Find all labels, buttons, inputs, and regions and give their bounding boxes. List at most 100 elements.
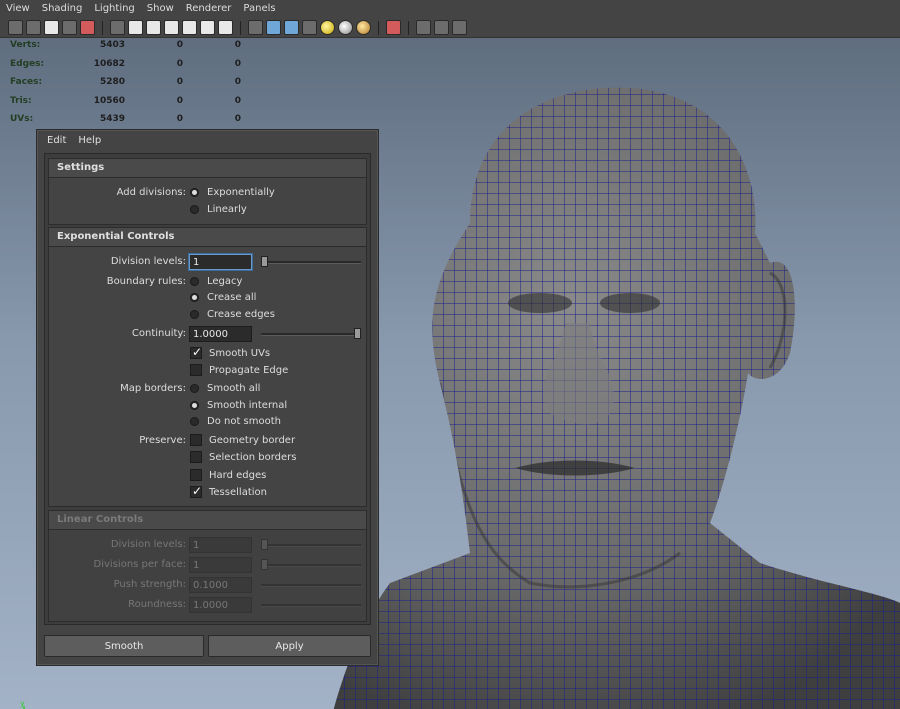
menu-view[interactable]: View (0, 0, 36, 18)
slider-handle[interactable] (354, 328, 361, 339)
slider-handle[interactable] (261, 539, 268, 550)
menu-lighting[interactable]: Lighting (88, 0, 140, 18)
safe-title-icon[interactable] (218, 20, 233, 35)
push-strength-slider[interactable] (261, 584, 361, 587)
crease-edges-label[interactable]: Crease edges (207, 309, 275, 320)
geometry-border-label[interactable]: Geometry border (209, 435, 295, 446)
linearly-radio[interactable] (190, 205, 199, 214)
continuity-slider[interactable] (261, 328, 361, 339)
exponentially-radio[interactable] (190, 188, 199, 197)
hard-edges-label[interactable]: Hard edges (209, 470, 266, 481)
menu-renderer[interactable]: Renderer (180, 0, 238, 18)
image-plane-icon[interactable] (44, 20, 59, 35)
menu-help[interactable]: Help (72, 135, 107, 146)
settings-header[interactable]: Settings (49, 159, 366, 178)
resolution-gate-icon[interactable] (146, 20, 161, 35)
exponentially-label[interactable]: Exponentially (207, 187, 275, 198)
bookmark-icon[interactable] (62, 20, 77, 35)
menu-edit[interactable]: Edit (41, 135, 72, 146)
crease-all-label[interactable]: Crease all (207, 292, 256, 303)
high-quality-icon[interactable] (356, 20, 371, 35)
roundness-slider[interactable] (261, 604, 361, 607)
apply-button[interactable]: Apply (208, 635, 371, 657)
linear-division-levels-row: Division levels: 1 (49, 537, 366, 553)
linear-controls-header[interactable]: Linear Controls (49, 511, 366, 530)
film-gate-icon[interactable] (128, 20, 143, 35)
legacy-label[interactable]: Legacy (207, 276, 242, 287)
push-strength-field[interactable]: 0.1000 (189, 577, 252, 593)
hud-row-edges: Edges: 10682 0 0 (10, 55, 241, 74)
linear-division-levels-slider[interactable] (261, 539, 361, 550)
camera-lock-icon[interactable] (80, 20, 95, 35)
linearly-label[interactable]: Linearly (207, 204, 247, 215)
propagate-edge-checkbox[interactable] (190, 364, 202, 376)
xray-joints-icon[interactable] (434, 20, 449, 35)
isolate-select-icon[interactable] (386, 20, 401, 35)
hud-label: Faces: (10, 77, 43, 88)
continuity-field[interactable]: 1.0000 (189, 326, 252, 342)
hud-value: 10560 (93, 95, 125, 106)
hud-value-3: 0 (234, 114, 241, 125)
hud-value: 5280 (99, 77, 125, 88)
slider-handle[interactable] (261, 559, 268, 570)
wireframe-icon[interactable] (248, 20, 263, 35)
tessellation-label[interactable]: Tessellation (209, 487, 267, 498)
roundness-field[interactable]: 1.0000 (189, 597, 252, 613)
divisions-per-face-field[interactable]: 1 (189, 557, 252, 573)
geometry-border-checkbox[interactable] (190, 434, 202, 446)
linear-division-levels-label: Division levels: (110, 539, 186, 550)
smooth-shade-icon[interactable] (266, 20, 281, 35)
linearly-row: Linearly (49, 202, 366, 218)
crease-edges-row: Crease edges (49, 307, 366, 323)
crease-edges-radio[interactable] (190, 310, 199, 319)
smooth-all-label[interactable]: Smooth all (207, 383, 260, 394)
tessellation-checkbox[interactable] (190, 484, 202, 498)
menu-panels[interactable]: Panels (237, 0, 281, 18)
toolbar-separator (408, 20, 409, 35)
division-levels-slider[interactable] (261, 256, 361, 267)
smooth-uvs-row: Smooth UVs (49, 345, 366, 362)
preserve-label: Preserve: (139, 435, 186, 446)
smooth-all-radio[interactable] (190, 384, 199, 393)
grid-icon[interactable] (110, 20, 125, 35)
division-levels-field[interactable]: 1 (189, 254, 252, 270)
head-mesh[interactable] (300, 83, 900, 709)
selection-borders-label[interactable]: Selection borders (209, 452, 297, 463)
slider-handle[interactable] (261, 256, 268, 267)
menu-shading[interactable]: Shading (36, 0, 89, 18)
tessellation-row: Tessellation (49, 484, 366, 501)
selection-borders-checkbox[interactable] (190, 451, 202, 463)
legacy-radio[interactable] (190, 277, 199, 286)
menu-show[interactable]: Show (141, 0, 180, 18)
crease-all-radio[interactable] (190, 293, 199, 302)
camera-attributes-icon[interactable] (26, 20, 41, 35)
do-not-smooth-label[interactable]: Do not smooth (207, 416, 281, 427)
shadows-icon[interactable] (338, 20, 353, 35)
hard-edges-checkbox[interactable] (190, 469, 202, 481)
linear-division-levels-field[interactable]: 1 (189, 537, 252, 553)
do-not-smooth-radio[interactable] (190, 417, 199, 426)
smooth-button[interactable]: Smooth (44, 635, 204, 657)
panel-menu-bar: View Shading Lighting Show Renderer Pane… (0, 0, 900, 18)
use-all-lights-icon[interactable] (320, 20, 335, 35)
field-chart-icon[interactable] (182, 20, 197, 35)
wireframe-on-shaded-icon[interactable] (284, 20, 299, 35)
smooth-internal-label[interactable]: Smooth internal (207, 400, 287, 411)
textured-icon[interactable] (302, 20, 317, 35)
smooth-uvs-label[interactable]: Smooth UVs (209, 348, 270, 359)
gate-mask-icon[interactable] (164, 20, 179, 35)
share-icon[interactable] (452, 20, 467, 35)
select-camera-icon[interactable] (8, 20, 23, 35)
propagate-edge-label[interactable]: Propagate Edge (209, 365, 288, 376)
add-divisions-row: Add divisions: Exponentially (49, 185, 366, 201)
division-levels-label: Division levels: (110, 256, 186, 267)
exponential-controls-header[interactable]: Exponential Controls (49, 228, 366, 247)
xray-icon[interactable] (416, 20, 431, 35)
safe-action-icon[interactable] (200, 20, 215, 35)
exponential-controls-frame: Exponential Controls Division levels: 1 … (48, 227, 367, 507)
smooth-internal-radio[interactable] (190, 401, 199, 410)
smooth-uvs-checkbox[interactable] (190, 345, 202, 359)
divisions-per-face-slider[interactable] (261, 559, 361, 570)
hud-value-2: 0 (176, 77, 183, 88)
dialog-body: Settings Add divisions: Exponentially Li… (44, 153, 371, 625)
